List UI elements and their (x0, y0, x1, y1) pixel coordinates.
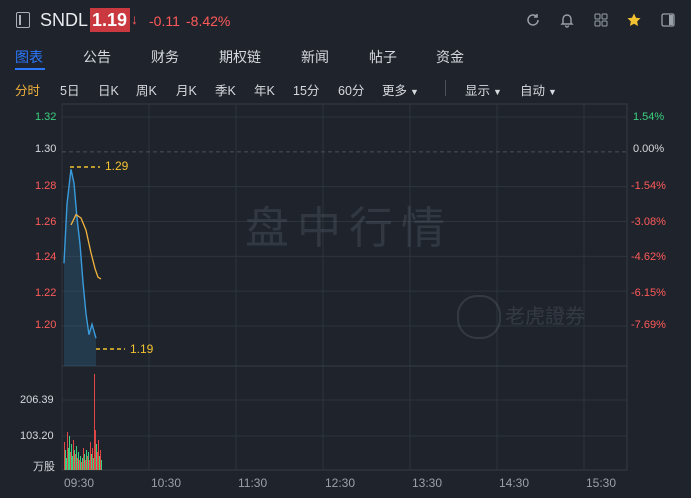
chart-frame (61, 103, 628, 471)
volume-bar (71, 444, 72, 470)
volume-bar (73, 440, 74, 470)
time-label: 09:30 (64, 476, 95, 490)
time-label: 12:30 (325, 476, 356, 490)
volume-bar (82, 458, 83, 470)
volume-bar (67, 432, 68, 470)
volume-bar (83, 448, 84, 470)
volume-bar (100, 450, 101, 470)
pct-label: -6.15% (631, 287, 666, 299)
watermark-text: 盘中行情 (245, 204, 453, 253)
volume-bar (89, 460, 90, 470)
y-label: 1.32 (35, 111, 57, 123)
volume-bar (98, 440, 99, 470)
volume-bar (96, 444, 97, 470)
price-area (64, 169, 96, 366)
volume-bar (78, 452, 79, 470)
time-label: 15:30 (586, 476, 617, 490)
volume-bar (95, 430, 96, 470)
volume-unit: 万股 (33, 461, 55, 473)
time-label: 14:30 (499, 476, 530, 490)
low-price-label: 1.19 (130, 342, 154, 356)
y-label: 1.26 (35, 216, 57, 228)
time-label: 10:30 (151, 476, 182, 490)
pct-label: -3.08% (631, 216, 666, 228)
volume-bar (69, 436, 70, 470)
volume-bar (99, 456, 100, 470)
volume-label: 103.20 (20, 430, 54, 442)
pct-label: -4.62% (631, 251, 666, 263)
y-label: 1.22 (35, 287, 57, 299)
volume-bar (97, 452, 98, 470)
volume-bar (86, 450, 87, 470)
volume-bar (93, 458, 94, 470)
y-label: 1.24 (35, 251, 57, 263)
volume-bar (84, 454, 85, 470)
volume-bar (88, 452, 89, 470)
brand-watermark: 老虎證券 (505, 306, 585, 328)
volume-bar (70, 452, 71, 470)
volume-bar (87, 456, 88, 470)
volume-label: 206.39 (20, 394, 54, 406)
volume-bar (64, 442, 65, 470)
volume-bar (72, 456, 73, 470)
volume-bar (81, 462, 82, 470)
volume-bar (79, 460, 80, 470)
pct-label: 0.00% (633, 143, 665, 155)
volume-bar (68, 448, 69, 470)
y-label: 1.20 (35, 319, 57, 331)
volume-bar (66, 458, 67, 470)
volume-bar (90, 442, 91, 470)
volume-bar (76, 446, 77, 470)
high-price-label: 1.29 (105, 159, 129, 173)
volume-bar (101, 460, 102, 470)
volume-bar (94, 374, 95, 470)
tiger-logo-icon (457, 295, 501, 339)
volume-bar (80, 456, 81, 470)
volume-bar (91, 454, 92, 470)
time-label: 11:30 (238, 476, 268, 490)
volume-bar (77, 458, 78, 470)
pct-label: -1.54% (631, 180, 666, 192)
volume-bar (65, 450, 66, 470)
y-label: 1.30 (35, 143, 57, 155)
pct-label: -7.69% (631, 319, 666, 331)
volume-bar (92, 448, 93, 470)
volume-bar (85, 460, 86, 470)
pct-label: 1.54% (633, 111, 665, 123)
volume-bar (75, 454, 76, 470)
y-label: 1.28 (35, 180, 57, 192)
volume-bar (74, 450, 75, 470)
time-label: 13:30 (412, 476, 443, 490)
